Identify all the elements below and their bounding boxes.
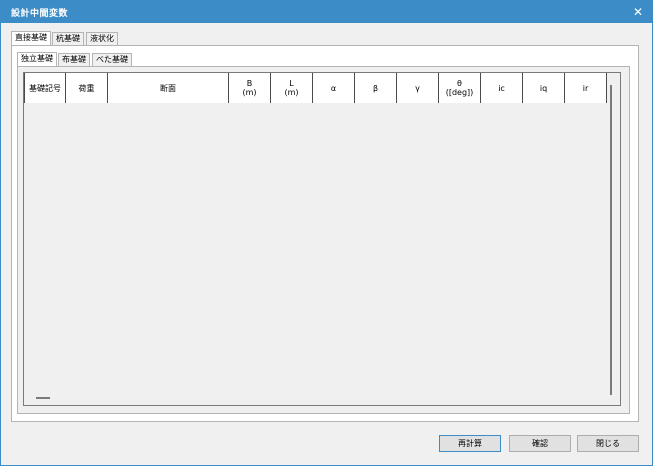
close-icon[interactable]: ✕ — [630, 4, 646, 20]
col-header-beta[interactable]: β — [355, 73, 397, 103]
col-header-l[interactable]: L (m) — [271, 73, 313, 103]
results-grid[interactable]: 基礎記号 荷重 断面 B (m) L (m) α β γ θ ([deg]) i… — [23, 72, 621, 406]
tab-pile-foundation[interactable]: 杭基礎 — [52, 32, 84, 46]
col-header-alpha[interactable]: α — [313, 73, 355, 103]
col-header-ic[interactable]: ic — [481, 73, 523, 103]
grid-header: 基礎記号 荷重 断面 B (m) L (m) α β γ θ ([deg]) i… — [24, 73, 607, 103]
horizontal-scrollbar[interactable] — [36, 397, 50, 399]
tab-strip-footing[interactable]: 布基礎 — [58, 53, 90, 67]
window-title: 設計中間変数 — [11, 9, 69, 19]
col-header-iq[interactable]: iq — [523, 73, 565, 103]
confirm-button[interactable]: 確認 — [509, 435, 571, 452]
col-header-gamma[interactable]: γ — [397, 73, 439, 103]
tab-liquefaction[interactable]: 液状化 — [86, 32, 118, 46]
col-header-b[interactable]: B (m) — [229, 73, 271, 103]
dialog-window: 設計中間変数 ✕ 直接基礎 杭基礎 液状化 独立基礎 布基礎 べた基礎 基礎記号… — [0, 0, 653, 466]
tab-isolated-footing[interactable]: 独立基礎 — [17, 52, 57, 67]
col-header-load[interactable]: 荷重 — [66, 73, 108, 103]
vertical-scrollbar[interactable] — [610, 85, 612, 395]
title-bar[interactable]: 設計中間変数 ✕ — [1, 1, 652, 23]
close-button[interactable]: 閉じる — [577, 435, 639, 452]
col-header-section[interactable]: 断面 — [108, 73, 229, 103]
col-header-foundation-id[interactable]: 基礎記号 — [24, 73, 66, 103]
col-header-theta[interactable]: θ ([deg]) — [439, 73, 481, 103]
tab-mat-foundation[interactable]: べた基礎 — [92, 53, 132, 67]
tab-direct-foundation[interactable]: 直接基礎 — [11, 31, 51, 46]
recalculate-button[interactable]: 再計算 — [439, 435, 501, 452]
col-header-ir[interactable]: ir — [565, 73, 607, 103]
